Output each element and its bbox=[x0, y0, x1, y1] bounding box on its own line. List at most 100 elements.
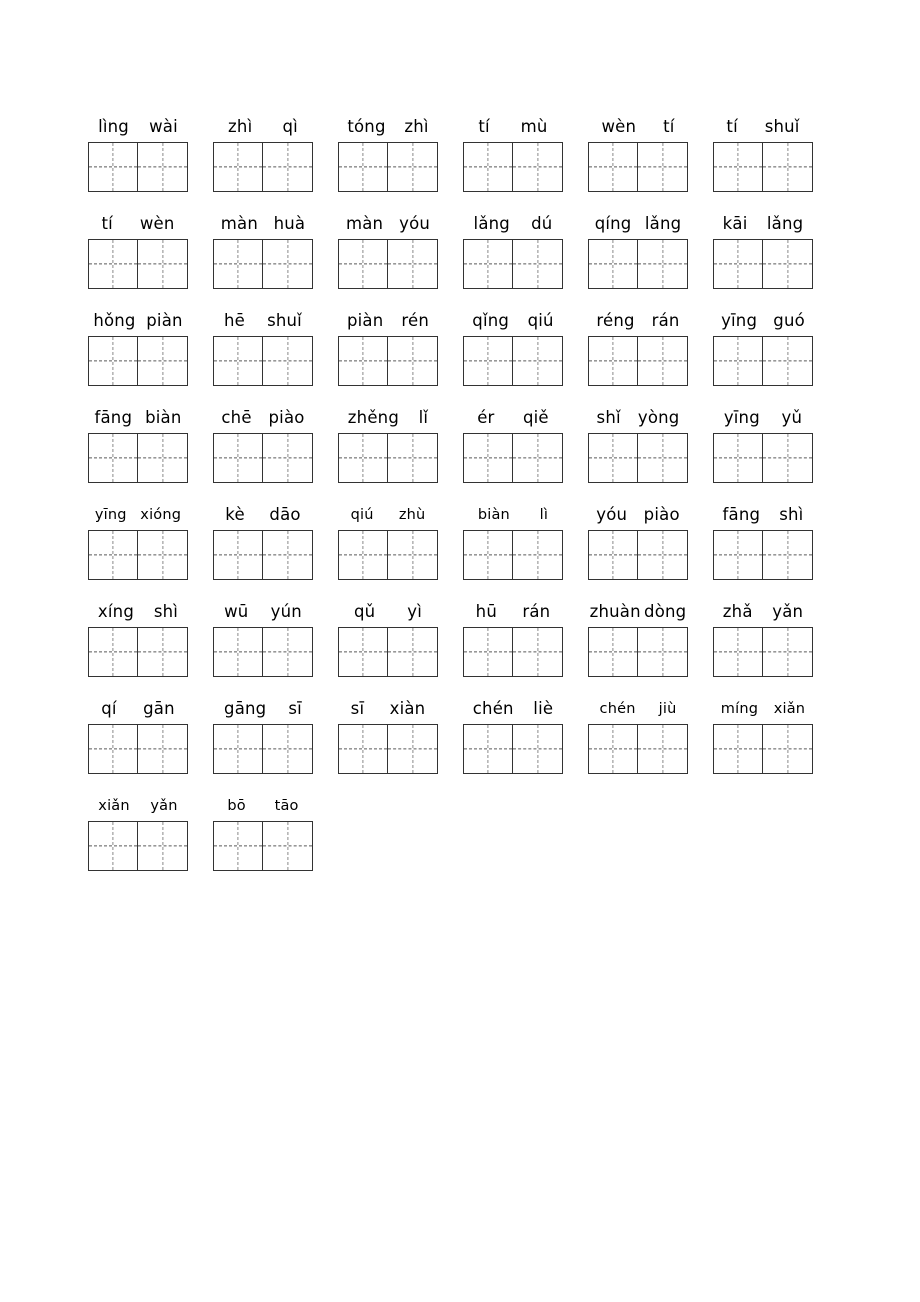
character-cell[interactable] bbox=[89, 628, 139, 676]
character-cell[interactable] bbox=[714, 143, 764, 191]
character-cell[interactable] bbox=[89, 822, 139, 870]
tianzige-writing-box[interactable] bbox=[588, 239, 688, 289]
character-cell[interactable] bbox=[214, 822, 264, 870]
character-cell[interactable] bbox=[263, 337, 312, 385]
character-cell[interactable] bbox=[638, 143, 687, 191]
character-cell[interactable] bbox=[339, 531, 389, 579]
tianzige-writing-box[interactable] bbox=[588, 627, 688, 677]
character-cell[interactable] bbox=[714, 628, 764, 676]
character-cell[interactable] bbox=[89, 143, 139, 191]
character-cell[interactable] bbox=[214, 337, 264, 385]
tianzige-writing-box[interactable] bbox=[463, 724, 563, 774]
character-cell[interactable] bbox=[464, 143, 514, 191]
character-cell[interactable] bbox=[763, 337, 812, 385]
character-cell[interactable] bbox=[263, 434, 312, 482]
character-cell[interactable] bbox=[138, 240, 187, 288]
tianzige-writing-box[interactable] bbox=[213, 724, 313, 774]
character-cell[interactable] bbox=[714, 725, 764, 773]
tianzige-writing-box[interactable] bbox=[463, 142, 563, 192]
character-cell[interactable] bbox=[388, 434, 437, 482]
character-cell[interactable] bbox=[464, 725, 514, 773]
tianzige-writing-box[interactable] bbox=[338, 239, 438, 289]
character-cell[interactable] bbox=[214, 725, 264, 773]
character-cell[interactable] bbox=[263, 822, 312, 870]
character-cell[interactable] bbox=[763, 725, 812, 773]
character-cell[interactable] bbox=[589, 531, 639, 579]
tianzige-writing-box[interactable] bbox=[213, 433, 313, 483]
tianzige-writing-box[interactable] bbox=[713, 530, 813, 580]
tianzige-writing-box[interactable] bbox=[713, 142, 813, 192]
tianzige-writing-box[interactable] bbox=[713, 336, 813, 386]
tianzige-writing-box[interactable] bbox=[463, 433, 563, 483]
character-cell[interactable] bbox=[638, 531, 687, 579]
character-cell[interactable] bbox=[339, 628, 389, 676]
tianzige-writing-box[interactable] bbox=[88, 627, 188, 677]
tianzige-writing-box[interactable] bbox=[588, 530, 688, 580]
character-cell[interactable] bbox=[589, 240, 639, 288]
character-cell[interactable] bbox=[464, 434, 514, 482]
character-cell[interactable] bbox=[638, 434, 687, 482]
tianzige-writing-box[interactable] bbox=[213, 821, 313, 871]
character-cell[interactable] bbox=[339, 143, 389, 191]
tianzige-writing-box[interactable] bbox=[338, 142, 438, 192]
character-cell[interactable] bbox=[89, 240, 139, 288]
character-cell[interactable] bbox=[714, 337, 764, 385]
character-cell[interactable] bbox=[513, 531, 562, 579]
tianzige-writing-box[interactable] bbox=[588, 433, 688, 483]
tianzige-writing-box[interactable] bbox=[713, 239, 813, 289]
tianzige-writing-box[interactable] bbox=[213, 336, 313, 386]
character-cell[interactable] bbox=[138, 143, 187, 191]
character-cell[interactable] bbox=[339, 337, 389, 385]
tianzige-writing-box[interactable] bbox=[463, 530, 563, 580]
character-cell[interactable] bbox=[388, 628, 437, 676]
character-cell[interactable] bbox=[513, 337, 562, 385]
character-cell[interactable] bbox=[138, 822, 187, 870]
character-cell[interactable] bbox=[589, 434, 639, 482]
character-cell[interactable] bbox=[388, 143, 437, 191]
character-cell[interactable] bbox=[339, 725, 389, 773]
character-cell[interactable] bbox=[714, 434, 764, 482]
character-cell[interactable] bbox=[589, 628, 639, 676]
character-cell[interactable] bbox=[263, 628, 312, 676]
character-cell[interactable] bbox=[464, 628, 514, 676]
tianzige-writing-box[interactable] bbox=[213, 627, 313, 677]
character-cell[interactable] bbox=[388, 531, 437, 579]
tianzige-writing-box[interactable] bbox=[463, 336, 563, 386]
character-cell[interactable] bbox=[589, 337, 639, 385]
character-cell[interactable] bbox=[214, 531, 264, 579]
tianzige-writing-box[interactable] bbox=[713, 433, 813, 483]
character-cell[interactable] bbox=[638, 240, 687, 288]
character-cell[interactable] bbox=[638, 725, 687, 773]
character-cell[interactable] bbox=[589, 725, 639, 773]
character-cell[interactable] bbox=[714, 240, 764, 288]
character-cell[interactable] bbox=[89, 434, 139, 482]
tianzige-writing-box[interactable] bbox=[463, 239, 563, 289]
character-cell[interactable] bbox=[388, 337, 437, 385]
tianzige-writing-box[interactable] bbox=[338, 433, 438, 483]
character-cell[interactable] bbox=[513, 628, 562, 676]
tianzige-writing-box[interactable] bbox=[713, 627, 813, 677]
tianzige-writing-box[interactable] bbox=[88, 530, 188, 580]
character-cell[interactable] bbox=[763, 240, 812, 288]
tianzige-writing-box[interactable] bbox=[88, 336, 188, 386]
character-cell[interactable] bbox=[89, 725, 139, 773]
tianzige-writing-box[interactable] bbox=[213, 239, 313, 289]
character-cell[interactable] bbox=[263, 531, 312, 579]
tianzige-writing-box[interactable] bbox=[588, 336, 688, 386]
character-cell[interactable] bbox=[339, 434, 389, 482]
tianzige-writing-box[interactable] bbox=[338, 627, 438, 677]
character-cell[interactable] bbox=[714, 531, 764, 579]
character-cell[interactable] bbox=[513, 725, 562, 773]
character-cell[interactable] bbox=[138, 531, 187, 579]
character-cell[interactable] bbox=[763, 143, 812, 191]
tianzige-writing-box[interactable] bbox=[588, 142, 688, 192]
character-cell[interactable] bbox=[589, 143, 639, 191]
tianzige-writing-box[interactable] bbox=[88, 724, 188, 774]
character-cell[interactable] bbox=[513, 240, 562, 288]
tianzige-writing-box[interactable] bbox=[338, 530, 438, 580]
tianzige-writing-box[interactable] bbox=[88, 821, 188, 871]
tianzige-writing-box[interactable] bbox=[463, 627, 563, 677]
character-cell[interactable] bbox=[763, 628, 812, 676]
character-cell[interactable] bbox=[138, 725, 187, 773]
tianzige-writing-box[interactable] bbox=[338, 336, 438, 386]
